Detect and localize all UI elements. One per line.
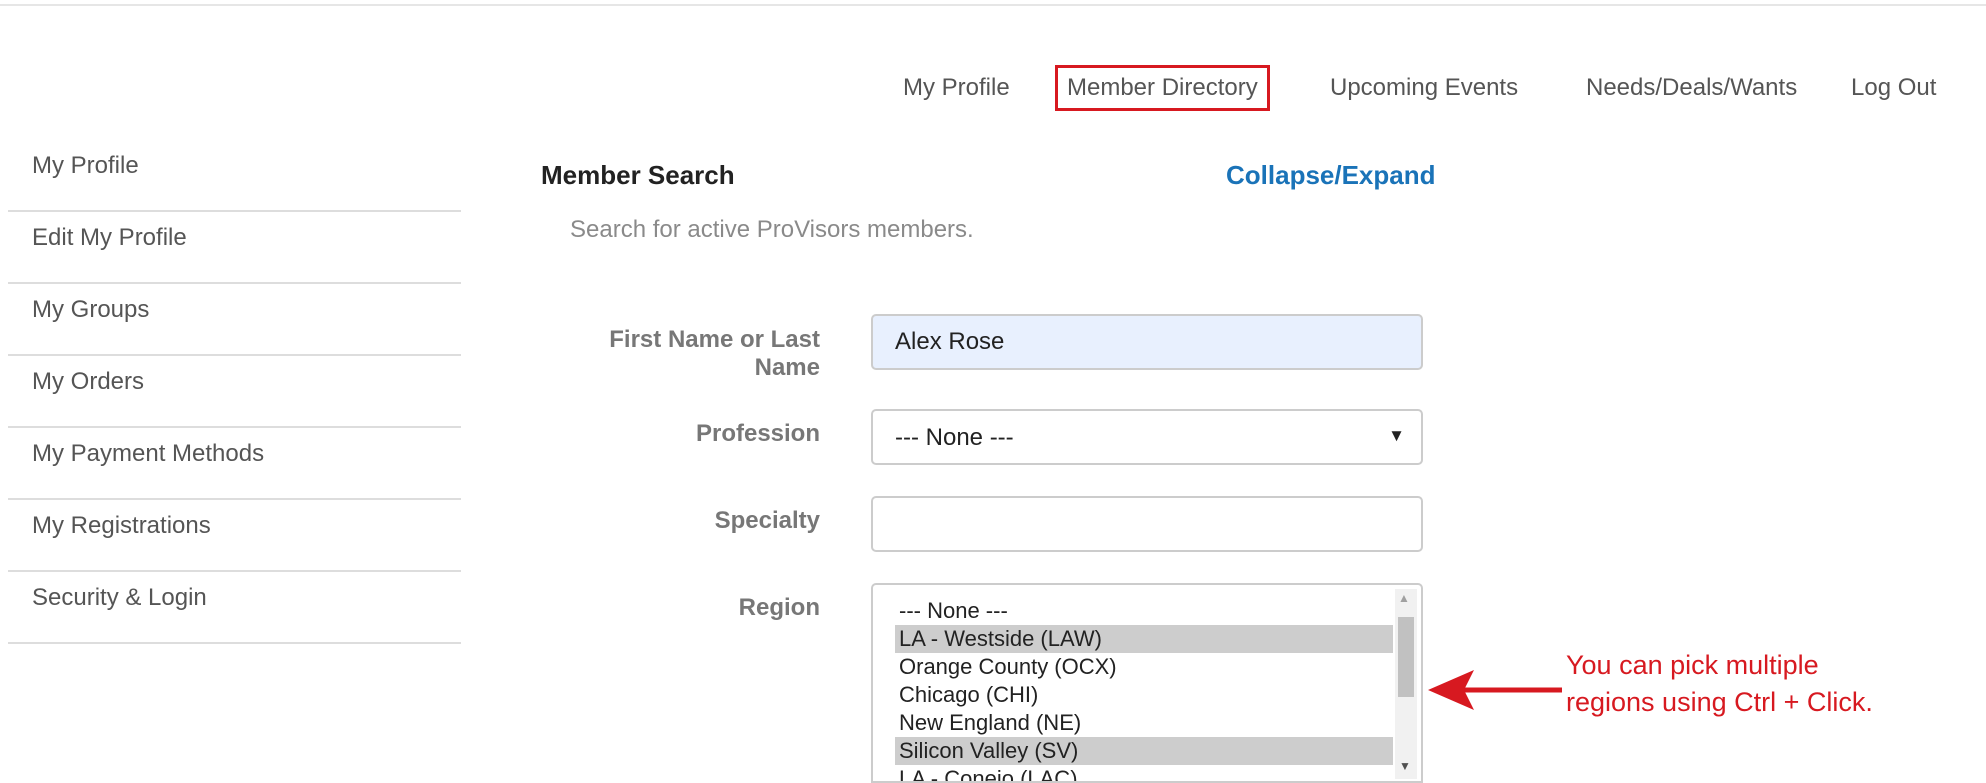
search-subtitle: Search for active ProVisors members.: [570, 216, 974, 243]
scroll-up-arrow-icon[interactable]: ▲: [1398, 591, 1410, 605]
specialty-input[interactable]: [871, 496, 1423, 552]
nav-upcoming-events[interactable]: Upcoming Events: [1330, 68, 1518, 108]
dropdown-caret-icon: ▼: [1388, 426, 1405, 445]
region-multiselect[interactable]: --- None --- LA - Westside (LAW) Orange Co…: [871, 583, 1423, 783]
region-option[interactable]: --- None ---: [895, 597, 1393, 625]
nav-my-profile[interactable]: My Profile: [903, 68, 1010, 108]
region-options: --- None --- LA - Westside (LAW) Orange Co…: [895, 597, 1393, 781]
name-label-line2: Name: [754, 354, 820, 381]
annotation-line2: regions using Ctrl + Click.: [1566, 687, 1873, 717]
sidebar-item-my-orders[interactable]: My Orders: [8, 356, 461, 428]
nav-needs-deals-wants[interactable]: Needs/Deals/Wants: [1586, 68, 1797, 108]
region-option[interactable]: LA - Conejo (LAC): [895, 765, 1393, 781]
region-option[interactable]: Chicago (CHI): [895, 681, 1393, 709]
scroll-down-arrow-icon[interactable]: ▼: [1399, 759, 1411, 773]
annotation-arrow-icon: [1428, 670, 1562, 710]
name-input[interactable]: [871, 314, 1423, 370]
nav-member-directory[interactable]: Member Directory: [1055, 65, 1270, 111]
region-option[interactable]: LA - Westside (LAW): [895, 625, 1393, 653]
profession-selected-value: --- None ---: [895, 424, 1014, 451]
sidebar-item-my-groups[interactable]: My Groups: [8, 284, 461, 356]
sidebar: My Profile Edit My Profile My Groups My …: [8, 140, 461, 644]
sidebar-item-edit-my-profile[interactable]: Edit My Profile: [8, 212, 461, 284]
name-label: First Name or Last Name: [500, 326, 820, 382]
collapse-expand-link[interactable]: Collapse/Expand: [1226, 160, 1436, 191]
region-option[interactable]: New England (NE): [895, 709, 1393, 737]
top-divider: [0, 4, 1986, 6]
region-option[interactable]: Silicon Valley (SV): [895, 737, 1393, 765]
specialty-label: Specialty: [714, 507, 820, 534]
sidebar-item-my-profile[interactable]: My Profile: [8, 140, 461, 212]
annotation-text: You can pick multiple regions using Ctrl…: [1566, 647, 1976, 721]
profession-label: Profession: [695, 420, 820, 447]
scroll-thumb[interactable]: [1398, 617, 1414, 697]
top-navigation: My Profile Member Directory Upcoming Eve…: [0, 65, 1986, 111]
sidebar-item-my-registrations[interactable]: My Registrations: [8, 500, 461, 572]
nav-log-out[interactable]: Log Out: [1851, 68, 1936, 108]
annotation-line1: You can pick multiple: [1566, 650, 1819, 680]
region-scrollbar[interactable]: ▲ ▼: [1395, 589, 1417, 779]
sidebar-item-security-login[interactable]: Security & Login: [8, 572, 461, 644]
profession-select[interactable]: --- None --- ▼: [871, 409, 1423, 465]
name-label-line1: First Name or Last: [609, 326, 820, 353]
sidebar-item-my-payment-methods[interactable]: My Payment Methods: [8, 428, 461, 500]
region-label: Region: [738, 594, 820, 621]
region-option[interactable]: Orange County (OCX): [895, 653, 1393, 681]
page-title: Member Search: [541, 160, 735, 190]
